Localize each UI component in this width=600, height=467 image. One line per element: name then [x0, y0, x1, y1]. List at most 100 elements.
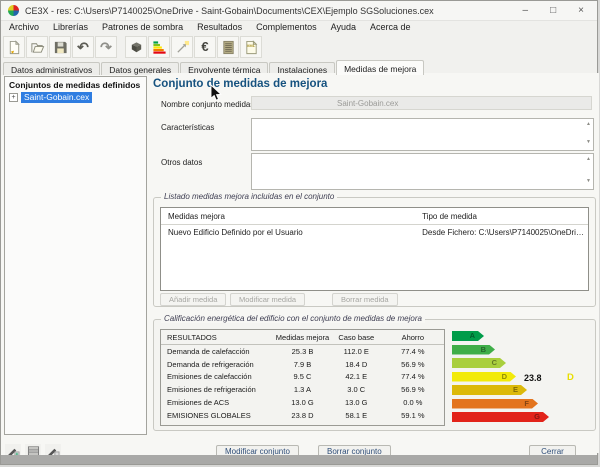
redo-button[interactable]: ↷ [95, 36, 117, 58]
energy-letter: F [524, 399, 529, 409]
energy-bar-b: B [452, 345, 495, 355]
measure-sets-panel: Conjuntos de medidas definidos +Saint-Go… [4, 76, 147, 435]
results-cell: EMISIONES GLOBALES [161, 411, 274, 420]
energy-letter: G [534, 412, 540, 422]
expander-icon[interactable]: + [9, 93, 18, 102]
scroll-down-icon[interactable]: ▼ [586, 179, 591, 184]
redo-icon: ↷ [100, 40, 112, 54]
results-cell: 25.3 B [274, 347, 331, 356]
xml-letters: XML [241, 43, 261, 48]
energy-letter: A [470, 331, 475, 341]
results-cell: 1.3 A [274, 385, 331, 394]
window-title: CE3X - res: C:\Users\P7140025\OneDrive -… [25, 6, 434, 16]
measures-list-groupbox: Listado medidas mejora incluidas en el c… [153, 197, 596, 307]
undo-button[interactable]: ↶ [72, 36, 94, 58]
measure-sets-panel-title: Conjuntos de medidas definidos [5, 77, 146, 92]
undo-icon: ↶ [77, 40, 89, 54]
results-cell: 9.5 C [274, 372, 331, 381]
energy-bar-row: A [452, 331, 594, 341]
results-row: Emisiones de refrigeración1.3 A3.0 C56.9… [161, 383, 444, 396]
table-row[interactable]: Nuevo Edificio Definido por el UsuarioDe… [161, 225, 588, 240]
measures-table: Medidas mejoraTipo de medidaNuevo Edific… [160, 207, 589, 291]
arrow-icon [175, 40, 190, 55]
otros-datos-textarea[interactable] [251, 153, 594, 190]
energy-bar-a: A [452, 331, 484, 341]
save-button[interactable] [49, 36, 71, 58]
report-button[interactable] [217, 36, 239, 58]
cost-analysis-button[interactable]: € [194, 36, 216, 58]
scroll-up-icon[interactable]: ▲ [586, 122, 591, 127]
energy-rating-button[interactable] [148, 36, 170, 58]
euro-icon: € [201, 40, 208, 54]
energy-bar-row: B [452, 345, 594, 355]
results-cell: Demanda de calefacción [161, 347, 274, 356]
column-header: Ahorro [382, 333, 444, 342]
report-icon [221, 40, 236, 55]
results-cell: Demanda de refrigeración [161, 360, 274, 369]
caracteristicas-textarea[interactable] [251, 118, 594, 151]
energy-bar-row: F [452, 399, 594, 409]
tree-item[interactable]: +Saint-Gobain.cex [9, 92, 146, 103]
results-cell: 77.4 % [382, 372, 444, 381]
measure-sets-tree: +Saint-Gobain.cex [5, 92, 146, 103]
energy-rating-title: Calificación energética del edificio con… [161, 314, 425, 323]
minimize-button[interactable]: – [523, 6, 529, 16]
table-cell: Desde Fichero: C:\Users\P7140025\OneDriv… [422, 228, 588, 237]
energy-letter: B [481, 345, 486, 355]
results-cell: 42.1 E [331, 372, 382, 381]
building-3d-button[interactable] [125, 36, 147, 58]
results-row: Demanda de calefacción25.3 B112.0 E77.4 … [161, 345, 444, 358]
caracteristicas-label: Características [161, 123, 214, 132]
scroll-up-icon[interactable]: ▲ [586, 157, 591, 162]
xml-export-button[interactable]: XML [240, 36, 262, 58]
energy-letter: C [492, 358, 497, 368]
results-cell: Emisiones de ACS [161, 398, 274, 407]
tab-datos-administrativos[interactable]: Datos administrativos [3, 62, 100, 75]
maximize-button[interactable]: □ [550, 6, 556, 16]
set-name-input[interactable] [251, 96, 592, 110]
pointer-arrow-button[interactable] [171, 36, 193, 58]
energy-bar-g: G [452, 412, 549, 422]
open-folder-icon [30, 40, 45, 55]
measures-table-header: Medidas mejoraTipo de medida [161, 208, 588, 225]
energy-scale-chart: ABCDEFG23.8D [452, 331, 594, 427]
modify-measure-button[interactable]: Modificar medida [230, 293, 305, 306]
delete-measure-button[interactable]: Borrar medida [332, 293, 398, 306]
energy-label-icon [152, 40, 167, 55]
results-cell: 13.0 G [274, 398, 331, 407]
new-file-button[interactable] [3, 36, 25, 58]
bottom-strip [1, 455, 597, 464]
page-title: Conjunto de medidas de mejora [153, 78, 327, 90]
add-measure-button[interactable]: Añadir medida [160, 293, 226, 306]
results-cell: 77.4 % [382, 347, 444, 356]
menu-bar: ArchivoLibreríasPatrones de sombraResult… [1, 21, 597, 35]
table-cell: Nuevo Edificio Definido por el Usuario [168, 228, 422, 237]
otros-datos-label: Otros datos [161, 158, 202, 167]
tab-medidas-de-mejora[interactable]: Medidas de mejora [336, 60, 424, 75]
tree-item-label: Saint-Gobain.cex [21, 92, 92, 103]
energy-letter: E [513, 385, 518, 395]
energy-bar-d: D [452, 372, 516, 382]
results-row: Demanda de refrigeración7.9 B18.4 D56.9 … [161, 358, 444, 371]
results-cell: Emisiones de calefacción [161, 372, 274, 381]
column-header: Medidas mejora [274, 333, 331, 342]
energy-bar-e: E [452, 385, 527, 395]
title-bar: CE3X - res: C:\Users\P7140025\OneDrive -… [1, 1, 597, 21]
measures-list-title: Listado medidas mejora incluidas en el c… [161, 192, 337, 201]
scroll-down-icon[interactable]: ▼ [586, 140, 591, 145]
save-icon [53, 40, 68, 55]
results-cell: 0.0 % [382, 398, 444, 407]
toolbar: ↶ ↷ € XML [1, 34, 597, 60]
new-file-icon [7, 40, 22, 55]
building-3d-icon [129, 40, 144, 55]
column-header: Tipo de medida [422, 212, 588, 221]
results-row: EMISIONES GLOBALES23.8 D58.1 E59.1 % [161, 409, 444, 422]
energy-bar-row: E [452, 385, 594, 395]
results-cell: 112.0 E [331, 347, 382, 356]
main-panel: Conjunto de medidas de mejora Nombre con… [151, 73, 599, 453]
open-file-button[interactable] [26, 36, 48, 58]
close-button[interactable]: × [578, 6, 584, 16]
energy-letter: D [502, 372, 507, 382]
results-cell: Emisiones de refrigeración [161, 385, 274, 394]
energy-bar-f: F [452, 399, 538, 409]
